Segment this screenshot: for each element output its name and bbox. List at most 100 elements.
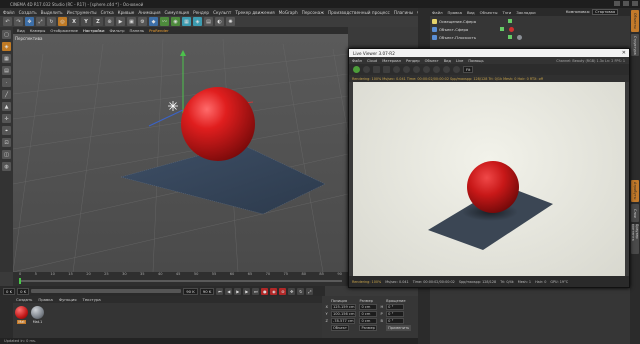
- vp-menu-filter[interactable]: Фильтр: [109, 28, 124, 33]
- lv-menu-cloud[interactable]: Cloud: [367, 59, 377, 63]
- lv-focus-picker-icon[interactable]: [443, 66, 450, 73]
- mat-menu-edit[interactable]: Правка: [38, 297, 52, 302]
- menu-mesh[interactable]: Сетка: [101, 10, 114, 15]
- light-object-icon[interactable]: [168, 101, 178, 111]
- render-settings-icon[interactable]: ⚙: [138, 17, 147, 26]
- om-menu-tags[interactable]: Тэги: [503, 10, 512, 15]
- lv-stop-icon[interactable]: [383, 66, 390, 73]
- light-icon[interactable]: ✺: [226, 17, 235, 26]
- key-rotation-icon[interactable]: ↻: [297, 287, 305, 295]
- mat-menu-texture[interactable]: Текстура: [83, 297, 101, 302]
- tab-objects[interactable]: Объекты: [631, 10, 639, 32]
- goto-end-icon[interactable]: ⏭: [252, 287, 260, 295]
- lv-refresh-icon[interactable]: [363, 66, 370, 73]
- timeline-track[interactable]: [19, 280, 342, 282]
- render-view-icon[interactable]: ▶: [116, 17, 125, 26]
- lv-menu-render[interactable]: Рендер: [406, 59, 420, 63]
- menu-tools[interactable]: Инструменты: [67, 10, 97, 15]
- visibility-check-icon[interactable]: [508, 19, 513, 23]
- menu-file[interactable]: Файл: [3, 10, 15, 15]
- position-z-field[interactable]: -78.577 cm: [330, 318, 356, 325]
- rotation-h-field[interactable]: 0 °: [386, 303, 405, 310]
- key-position-icon[interactable]: ✥: [288, 287, 296, 295]
- lv-menu-material[interactable]: Материал: [382, 59, 401, 63]
- rotation-p-field[interactable]: 0 °: [386, 310, 405, 317]
- array-icon[interactable]: ▦: [182, 17, 191, 26]
- lv-object-picker-icon[interactable]: [433, 66, 440, 73]
- size-mode-select[interactable]: Размер: [359, 325, 378, 332]
- lv-lock-icon[interactable]: [403, 66, 410, 73]
- vp-menu-panel[interactable]: Панель: [129, 28, 144, 33]
- autokey-icon[interactable]: ◉: [270, 287, 278, 295]
- range-slider[interactable]: [31, 289, 182, 293]
- undo-icon[interactable]: ↶: [3, 17, 12, 26]
- lv-settings-icon[interactable]: [453, 66, 460, 73]
- lv-save-icon[interactable]: [413, 66, 420, 73]
- menu-plugins[interactable]: Плагины: [394, 10, 413, 15]
- x-axis-lock[interactable]: X: [69, 17, 79, 26]
- polygons-mode-icon[interactable]: ▲: [2, 102, 11, 111]
- lv-pause-icon[interactable]: [373, 66, 380, 73]
- coord-mode-select[interactable]: Объект: [330, 325, 350, 332]
- om-menu-view[interactable]: Вид: [467, 10, 475, 15]
- points-mode-icon[interactable]: ·: [2, 78, 11, 87]
- visibility-check-icon[interactable]: [508, 35, 513, 39]
- vp-menu-view[interactable]: Вид: [17, 28, 25, 33]
- z-axis-lock[interactable]: Z: [93, 17, 103, 26]
- object-row-plane[interactable]: Объект-Плоскость: [432, 33, 523, 41]
- rotate-tool-icon[interactable]: ↻: [47, 17, 56, 26]
- size-x-field[interactable]: 0 cm: [359, 303, 378, 310]
- lv-menu-view[interactable]: Вид: [444, 59, 451, 63]
- redo-icon[interactable]: ↷: [14, 17, 23, 26]
- current-frame-field[interactable]: 0 K: [3, 287, 16, 295]
- lv-menu-help[interactable]: Помощь: [468, 59, 483, 63]
- scale-tool-icon[interactable]: ⤢: [36, 17, 45, 26]
- timeline-ruler[interactable]: 0 5 10 15 20 25 30 35 40 45 50 55 60 65 …: [13, 272, 348, 280]
- timeline[interactable]: 0 5 10 15 20 25 30 35 40 45 50 55 60 65 …: [13, 272, 348, 286]
- material-tag-icon[interactable]: [517, 34, 523, 40]
- live-selection-icon[interactable]: ◎: [58, 17, 67, 26]
- coordinate-system-icon[interactable]: ⊕: [105, 17, 114, 26]
- y-axis-lock[interactable]: Y: [81, 17, 91, 26]
- tab-layers[interactable]: Слои: [631, 204, 639, 222]
- lv-send-scene-icon[interactable]: [353, 66, 360, 73]
- material-swatch[interactable]: Mat: [15, 306, 28, 324]
- tab-content-browser[interactable]: Браузер контента: [631, 224, 639, 254]
- menu-sculpt[interactable]: Скульпт: [213, 10, 231, 15]
- record-icon[interactable]: ●: [261, 287, 269, 295]
- vp-menu-prorender[interactable]: ProRender: [149, 28, 169, 33]
- maximize-icon[interactable]: [623, 1, 629, 6]
- apply-button[interactable]: Применить: [386, 325, 412, 332]
- scene-icon[interactable]: ▤: [204, 17, 213, 26]
- rotation-b-field[interactable]: 0 °: [386, 318, 405, 325]
- sculpt-icon[interactable]: ◍: [2, 162, 11, 171]
- move-tool-icon[interactable]: ✥: [25, 17, 34, 26]
- close-icon[interactable]: [632, 1, 638, 6]
- lv-menu-live[interactable]: Live: [456, 59, 463, 63]
- position-y-field[interactable]: 100.156 cm: [330, 310, 357, 317]
- vp-menu-options[interactable]: Настройки: [83, 28, 104, 33]
- size-z-field[interactable]: 0 cm: [359, 318, 378, 325]
- menu-select[interactable]: Выделить: [41, 10, 63, 15]
- vp-menu-cameras[interactable]: Камеры: [30, 28, 46, 33]
- end-frame-field[interactable]: 90 K: [183, 287, 198, 295]
- lv-menu-object[interactable]: Объект: [425, 59, 439, 63]
- edges-mode-icon[interactable]: ╱: [2, 90, 11, 99]
- snap-icon[interactable]: ⊡: [2, 138, 11, 147]
- texture-mode-icon[interactable]: ▦: [2, 54, 11, 63]
- perspective-viewport[interactable]: Перспектива: [13, 34, 348, 272]
- menu-character[interactable]: Персонаж: [302, 10, 324, 15]
- menu-simulate[interactable]: Симуляция: [165, 10, 190, 15]
- material-tag-icon[interactable]: [509, 26, 515, 32]
- lv-region-icon[interactable]: [393, 66, 400, 73]
- playhead[interactable]: [19, 278, 21, 284]
- mat-menu-create[interactable]: Создать: [16, 297, 32, 302]
- z-axis-handle[interactable]: [148, 109, 184, 127]
- object-row-light[interactable]: Освещение.Сфера: [432, 17, 513, 25]
- material-swatch[interactable]: Mat.1: [31, 306, 44, 324]
- live-viewer-titlebar[interactable]: Live Viewer 3.07-R2 ✕: [349, 49, 629, 57]
- menu-animate[interactable]: Анимация: [138, 10, 160, 15]
- tab-attributes[interactable]: Атрибуты: [631, 180, 639, 202]
- cube-primitive-icon[interactable]: ◆: [149, 17, 158, 26]
- menu-motion-tracker[interactable]: Трекер движения: [235, 10, 274, 15]
